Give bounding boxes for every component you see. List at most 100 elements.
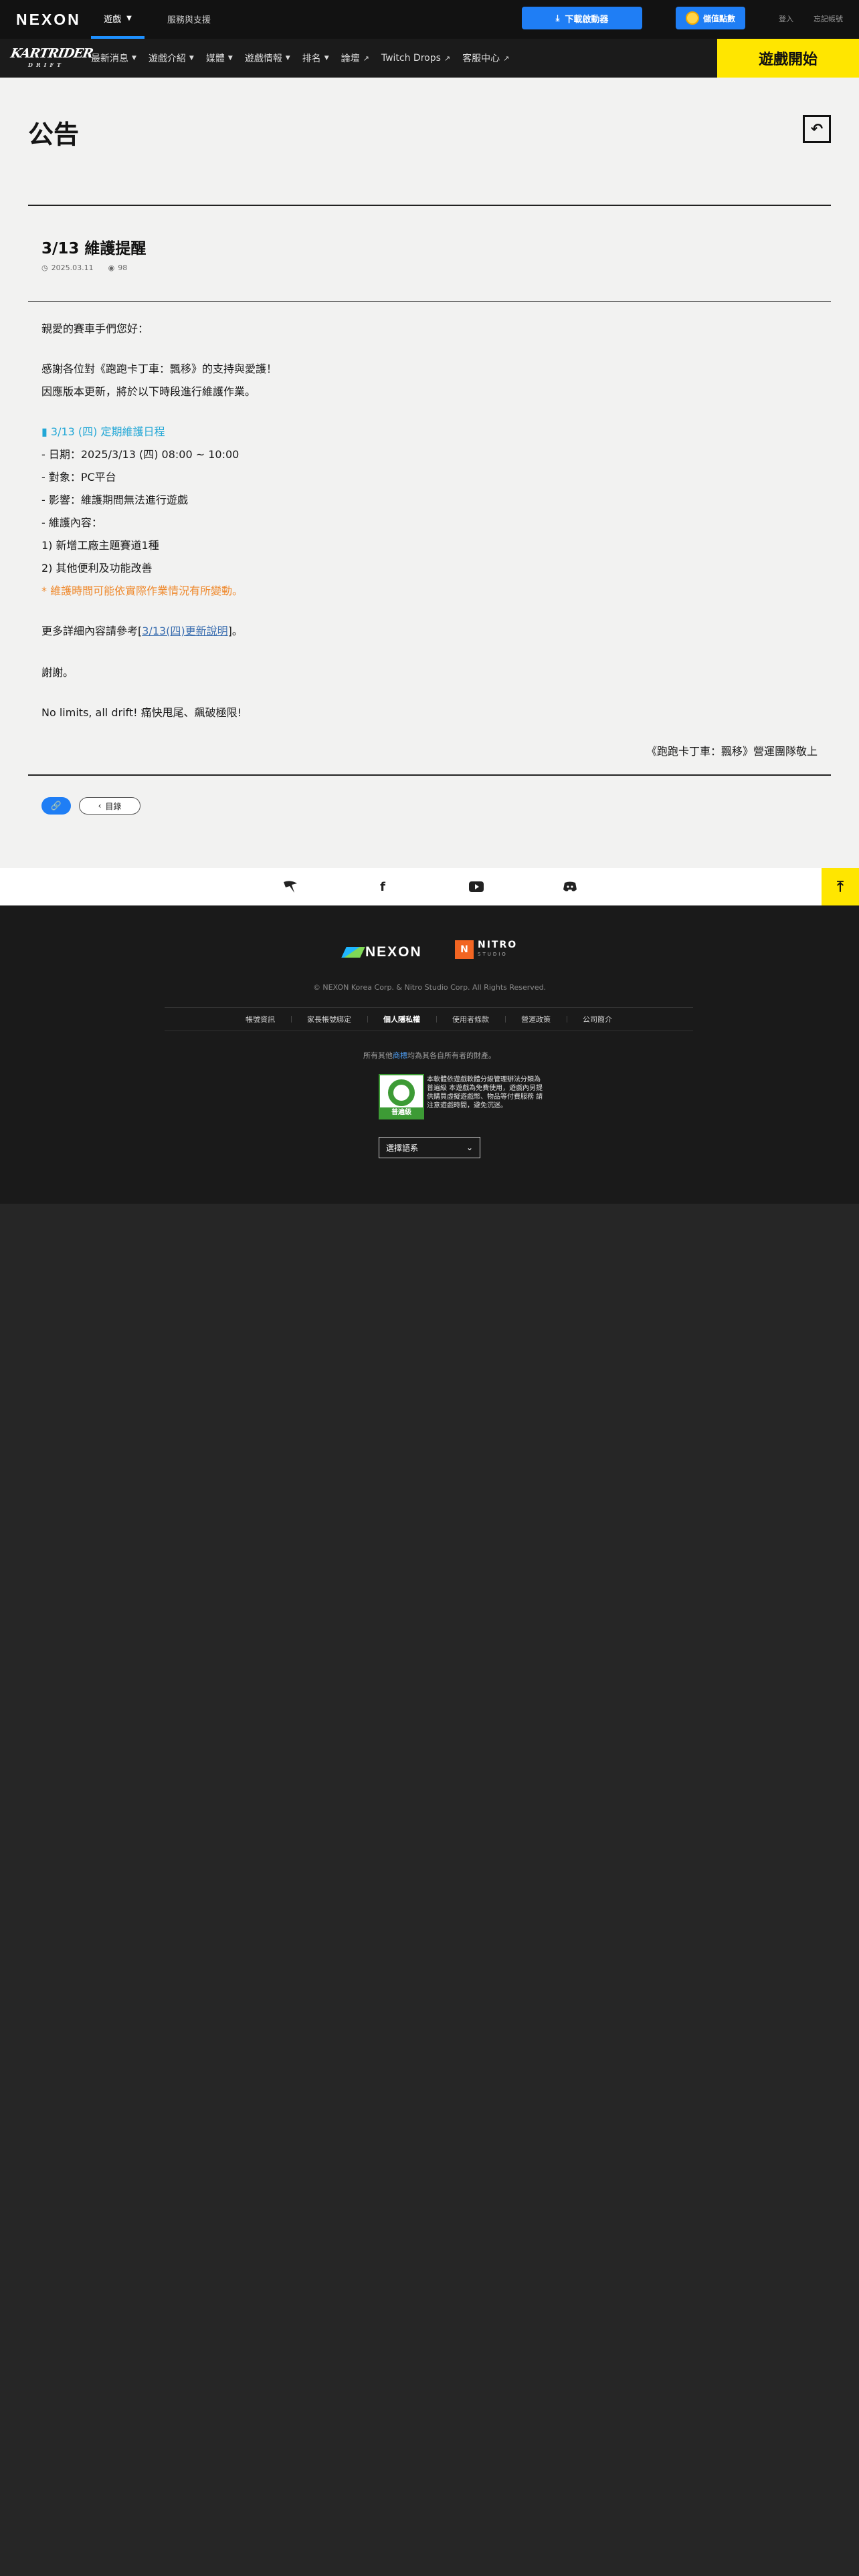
nav-label: 最新消息 bbox=[91, 53, 128, 64]
nav-item-news[interactable]: 最新消息 ▼ bbox=[91, 51, 136, 65]
external-link-icon: ↗ bbox=[444, 53, 451, 63]
chevron-down-icon: ▼ bbox=[324, 55, 329, 62]
logo-line1: KARTRIDER bbox=[9, 46, 94, 61]
maintenance-note: * 維護時間可能依實際作業情況有所變動。 bbox=[41, 584, 244, 597]
nitro-text: NITRO STUDIO bbox=[478, 940, 517, 959]
copy-link-button[interactable]: 🔗 bbox=[41, 797, 71, 815]
trademark-link[interactable]: 商標 bbox=[393, 1051, 407, 1060]
nitro-sub: STUDIO bbox=[478, 952, 508, 957]
games-menu-label: 遊戲 bbox=[104, 14, 122, 25]
more-info-suffix: ]。 bbox=[227, 625, 243, 637]
buy-points-button[interactable]: 儲值點數 bbox=[676, 7, 745, 29]
content-item-2: 2) 其他便利及功能改善 bbox=[41, 562, 153, 574]
footer-link-parental[interactable]: 家長帳號綁定 bbox=[291, 1014, 367, 1025]
rating-ring-icon bbox=[388, 1079, 415, 1106]
nav-label: 遊戲介紹 bbox=[148, 53, 186, 64]
nav-label: 排名 bbox=[302, 53, 321, 64]
view-count: 98 bbox=[118, 263, 128, 272]
login-link[interactable]: 登入 bbox=[779, 13, 793, 24]
footer-link-company[interactable]: 公司簡介 bbox=[567, 1014, 628, 1025]
nav-item-twitch-drops[interactable]: Twitch Drops ↗ bbox=[381, 53, 450, 64]
external-link-icon: ↗ bbox=[503, 53, 510, 63]
nitro-name: NITRO bbox=[478, 940, 518, 950]
post-meta: ◷ 2025.03.11 ◉ 98 bbox=[41, 263, 127, 272]
footer-nexon-logo[interactable]: NEXON bbox=[341, 944, 422, 960]
nav-label: 客服中心 bbox=[462, 53, 500, 64]
chevron-left-icon: ‹ bbox=[98, 801, 102, 811]
chevron-down-icon: ▼ bbox=[189, 55, 194, 62]
kartrider-logo[interactable]: KARTRIDER DRIFT bbox=[9, 45, 94, 71]
nav-item-forum[interactable]: 論壇 ↗ bbox=[341, 51, 369, 65]
game-start-button[interactable]: 遊戲開始 bbox=[717, 39, 859, 78]
youtube-icon[interactable] bbox=[467, 877, 486, 896]
nexon-logo[interactable]: NEXON bbox=[16, 11, 81, 29]
divider bbox=[28, 301, 831, 302]
scroll-to-top-button[interactable]: ⤒ bbox=[822, 868, 859, 905]
list-button[interactable]: ‹ 目錄 bbox=[79, 797, 140, 815]
divider bbox=[28, 774, 831, 776]
games-menu[interactable]: 遊戲 ▼ bbox=[91, 0, 145, 39]
body-reason: 因應版本更新，將於以下時段進行維護作業。 bbox=[41, 385, 256, 398]
content-item-1: 1) 新增工廠主題賽道1種 bbox=[41, 539, 159, 552]
download-icon: ⤓ bbox=[555, 13, 560, 23]
nitro-mark-icon: N bbox=[455, 940, 474, 959]
signature: 《跑跑卡丁車：飄移》營運團隊敬上 bbox=[646, 745, 818, 758]
footer-nitro-logo[interactable]: N NITRO STUDIO bbox=[455, 940, 517, 959]
footer-link-privacy[interactable]: 個人隱私權 bbox=[367, 1014, 436, 1025]
footer-nexon-text: NEXON bbox=[365, 944, 422, 960]
body-thankyou: 謝謝。 bbox=[41, 666, 74, 679]
support-link[interactable]: 服務與支援 bbox=[167, 13, 211, 25]
arrow-up-icon: ⤒ bbox=[837, 878, 844, 895]
nav-item-intro[interactable]: 遊戲介紹 ▼ bbox=[149, 51, 194, 65]
post-title: 3/13 維護提醒 bbox=[41, 240, 147, 257]
schedule-target: - 對象：PC平台 bbox=[41, 471, 116, 484]
nav-items: 最新消息 ▼ 遊戲介紹 ▼ 媒體 ▼ 遊戲情報 ▼ 排名 ▼ 論壇 ↗ Twitch Dro… bbox=[91, 39, 521, 78]
nav-label: 論壇 bbox=[341, 53, 360, 64]
body-greeting: 親愛的賽車手們您好： bbox=[41, 322, 149, 335]
return-icon: ↶ bbox=[810, 120, 824, 138]
footer-link-policy[interactable]: 營運政策 bbox=[505, 1014, 567, 1025]
list-label: 目錄 bbox=[105, 801, 122, 811]
more-info-prefix: 更多詳細內容請參考[ bbox=[41, 625, 142, 637]
update-notes-link[interactable]: 3/13(四)更新說明 bbox=[142, 625, 227, 637]
chevron-down-icon: ⌄ bbox=[466, 1143, 473, 1152]
chevron-down-icon: ▼ bbox=[285, 55, 290, 62]
nav-item-support[interactable]: 客服中心 ↗ bbox=[462, 51, 509, 65]
discord-icon[interactable] bbox=[561, 877, 579, 896]
schedule-impact: - 影響：維護期間無法進行遊戲 bbox=[41, 494, 188, 506]
notice-content: 公告 ↶ 3/13 維護提醒 ◷ 2025.03.11 ◉ 98 親愛的賽車手們… bbox=[0, 78, 859, 868]
nexon-mark-icon bbox=[341, 947, 365, 958]
footer-link-terms[interactable]: 使用者條款 bbox=[436, 1014, 505, 1025]
trademark-notice: 所有其他商標均為其各自所有者的財產。 bbox=[0, 1050, 859, 1061]
kartrider-community-icon[interactable] bbox=[281, 877, 300, 896]
chevron-down-icon: ▼ bbox=[126, 14, 132, 22]
nav-label: Twitch Drops bbox=[381, 53, 441, 64]
back-button[interactable]: ↶ bbox=[803, 115, 831, 143]
nav-label: 媒體 bbox=[205, 53, 225, 64]
social-bar: f bbox=[0, 868, 859, 905]
eye-icon: ◉ bbox=[108, 263, 115, 272]
divider bbox=[28, 205, 831, 206]
clock-icon: ◷ bbox=[41, 263, 48, 272]
rating-badge: 普遍級 bbox=[379, 1074, 424, 1119]
footer-link-account[interactable]: 帳號資訊 bbox=[229, 1014, 291, 1025]
nav-item-media[interactable]: 媒體 ▼ bbox=[206, 51, 233, 65]
download-launcher-button[interactable]: ⤓ 下載啟動器 bbox=[522, 7, 642, 29]
rating-label: 普遍級 bbox=[380, 1107, 423, 1118]
post-date: 2025.03.11 bbox=[51, 263, 94, 272]
buy-points-label: 儲值點數 bbox=[702, 13, 735, 23]
page-title: 公告 bbox=[28, 120, 80, 149]
chevron-down-icon: ▼ bbox=[227, 55, 233, 62]
more-info: 更多詳細內容請參考[3/13(四)更新說明]。 bbox=[41, 622, 243, 638]
nav-item-ranking[interactable]: 排名 ▼ bbox=[302, 51, 329, 65]
rating-description: 本軟體依遊戲軟體分級管理辦法分類為 普遍級 本遊戲為免費使用，遊戲內另提供購買虛… bbox=[427, 1076, 543, 1109]
copyright: © NEXON Korea Corp. & Nitro Studio Corp.… bbox=[312, 983, 547, 992]
facebook-icon[interactable]: f bbox=[373, 877, 392, 896]
top-bar: NEXON 遊戲 ▼ 服務與支援 ⤓ 下載啟動器 儲值點數 登入 忘記帳號 bbox=[0, 0, 859, 39]
language-select[interactable]: 選擇語系 ⌄ bbox=[379, 1137, 480, 1158]
language-label: 選擇語系 bbox=[386, 1143, 419, 1153]
body-slogan: No limits, all drift! 痛快甩尾、飆破極限! bbox=[41, 706, 242, 719]
forgot-account-link[interactable]: 忘記帳號 bbox=[814, 13, 843, 24]
coin-icon bbox=[685, 11, 699, 25]
nav-item-game-info[interactable]: 遊戲情報 ▼ bbox=[245, 51, 290, 65]
